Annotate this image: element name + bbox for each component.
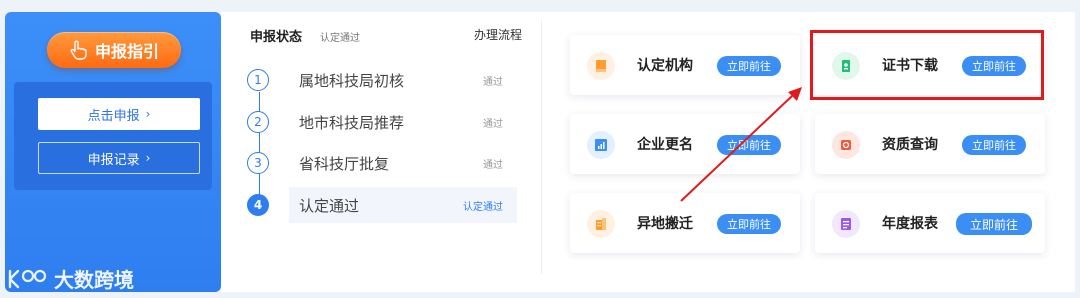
step-result: 通过: [483, 159, 503, 171]
card-annual-report[interactable]: 年度报表 立即前往: [815, 193, 1045, 253]
watermark-text: 大数跨境: [54, 268, 134, 292]
go-button[interactable]: 立即前往: [717, 214, 781, 234]
go-button[interactable]: 立即前往: [717, 135, 781, 155]
go-button[interactable]: 立即前往: [962, 135, 1026, 155]
status-title: 申报状态: [250, 30, 303, 45]
report-icon: [832, 210, 860, 238]
seal-icon: [832, 131, 860, 159]
guide-label: 申报指引: [94, 42, 159, 61]
process-link[interactable]: 办理流程: [474, 26, 522, 43]
step-number: 2: [247, 111, 269, 133]
record-label: 申报记录: [87, 152, 140, 168]
step-number: 3: [247, 152, 269, 174]
card-title: 异地搬迁: [637, 216, 693, 232]
declaration-actions: 点击申报 › 申报记录 ›: [14, 82, 212, 190]
step-result: 认定通过: [463, 201, 503, 213]
declaration-record-button[interactable]: 申报记录 ›: [38, 142, 200, 174]
step-item: 1 属地科技局初核 通过: [247, 63, 513, 97]
step-item-active: 4 认定通过 认定通过: [247, 187, 517, 223]
card-title: 年度报表: [882, 216, 938, 232]
step-number: 4: [247, 194, 269, 216]
watermark: 大数跨境: [6, 264, 134, 293]
card-qualification-query[interactable]: 资质查询 立即前往: [815, 114, 1045, 174]
card-title: 认定机构: [637, 58, 693, 74]
step-item: 2 地市科技局推荐 通过: [247, 105, 513, 139]
step-result: 通过: [483, 76, 503, 88]
card-accreditation-agency[interactable]: 认定机构 立即前往: [570, 35, 800, 95]
card-title: 企业更名: [637, 137, 693, 153]
watermark-logo-icon: [8, 269, 47, 288]
step-label: 认定通过: [299, 196, 360, 215]
chevron-right-icon: ›: [145, 151, 151, 165]
card-title: 资质查询: [882, 137, 938, 153]
step-label: 地市科技局推荐: [299, 113, 405, 132]
status-panel: 申报状态 认定通过 办理流程 1 属地科技局初核 通过 2 地市科技局推荐 通过…: [221, 12, 543, 292]
step-label: 属地科技局初核: [299, 71, 405, 90]
go-button[interactable]: 立即前往: [956, 213, 1032, 235]
declaration-panel: 申报指引 点击申报 › 申报记录 ›: [5, 12, 221, 292]
highlight-box: [810, 30, 1044, 100]
declaration-guide-button[interactable]: 申报指引: [47, 32, 181, 68]
step-item: 3 省科技厅批复 通过: [247, 146, 513, 180]
step-label: 省科技厅批复: [299, 154, 390, 173]
step-result: 通过: [483, 118, 503, 130]
card-company-rename[interactable]: 企业更名 立即前往: [570, 114, 800, 174]
hand-pointer-icon: [70, 40, 87, 60]
panel-divider: [541, 20, 542, 274]
chart-icon: [587, 131, 615, 159]
current-status: 认定通过: [320, 33, 360, 44]
apply-button[interactable]: 点击申报 ›: [38, 98, 200, 130]
building-icon: [587, 210, 615, 238]
step-number: 1: [247, 69, 269, 91]
go-button[interactable]: 立即前往: [717, 56, 781, 76]
book-icon: [587, 52, 615, 80]
card-relocation[interactable]: 异地搬迁 立即前往: [570, 193, 800, 253]
chevron-right-icon: ›: [145, 107, 151, 121]
apply-label: 点击申报: [87, 108, 140, 124]
